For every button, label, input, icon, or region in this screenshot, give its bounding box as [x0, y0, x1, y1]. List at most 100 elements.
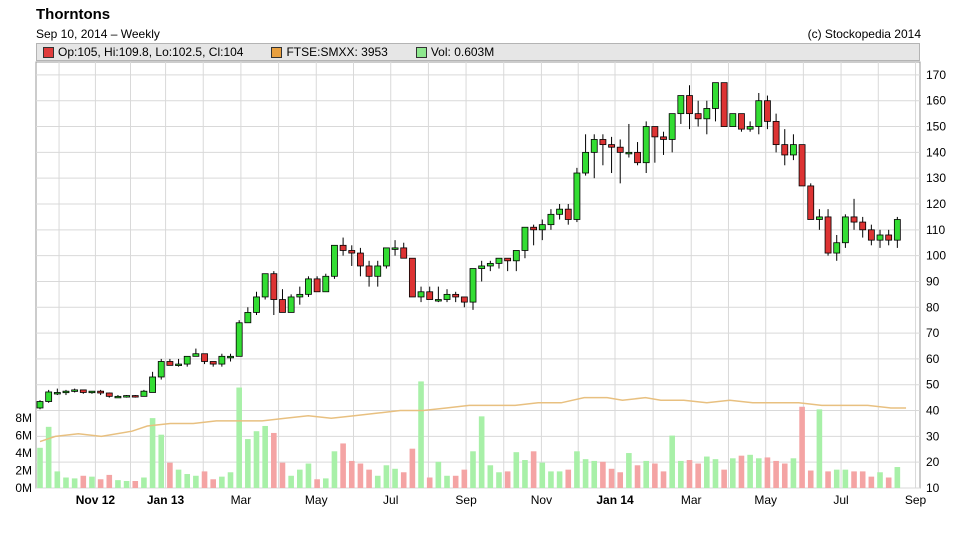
candle-body	[79, 389, 87, 393]
price-tick-label: 50	[926, 378, 940, 392]
candle-body	[296, 293, 304, 298]
volume-bar	[877, 472, 883, 488]
candle-body	[573, 172, 581, 220]
volume-tick-label: 2M	[15, 464, 32, 478]
volume-bar	[245, 439, 251, 488]
candle-body	[764, 100, 771, 122]
candle-body	[590, 139, 598, 153]
candle-body	[166, 361, 174, 366]
candle-body	[564, 208, 572, 220]
volume-bar	[773, 460, 779, 488]
x-tick-label: May	[754, 493, 777, 507]
candle-body	[434, 299, 442, 302]
candle-body	[287, 296, 295, 313]
candle-body	[452, 293, 460, 298]
volume-bar	[781, 463, 788, 488]
volume-bar	[452, 475, 459, 488]
price-tick-label: 160	[926, 94, 946, 108]
candle-body	[365, 265, 373, 277]
candle-body	[331, 244, 338, 277]
candle-body	[850, 216, 858, 223]
candle-body	[807, 185, 815, 220]
price-tick-label: 150	[926, 120, 946, 134]
candle-body	[478, 265, 486, 269]
price-volume-chart: 10 20 30 40 50 60 70 80 90 100 110 120 130 140 150 160 1…	[15, 61, 946, 507]
candle-body	[712, 82, 719, 109]
volume-bar	[175, 469, 182, 488]
x-tick-label: Nov 12	[76, 493, 116, 507]
candle-body	[746, 126, 754, 130]
x-tick-label: Mar	[231, 493, 252, 507]
candle-body	[720, 82, 728, 127]
x-tick-label: May	[305, 493, 328, 507]
volume-bar	[496, 472, 502, 488]
candle-body	[729, 113, 737, 127]
candle-body	[530, 226, 538, 231]
price-tick-label: 100	[926, 249, 946, 263]
candle-body	[408, 257, 416, 298]
volume-bar	[522, 460, 528, 488]
volume-bar	[374, 475, 381, 488]
volume-bar	[730, 458, 736, 488]
volume-bar	[366, 469, 372, 488]
volume-bar	[539, 462, 546, 488]
price-tick-label: 80	[926, 300, 940, 314]
price-tick-label: 120	[926, 197, 946, 211]
volume-bar	[712, 459, 719, 488]
volume-bar	[97, 479, 104, 488]
volume-bar	[426, 477, 433, 488]
volume-bar	[487, 465, 494, 488]
candle-body	[703, 108, 711, 120]
volume-bar	[37, 447, 43, 488]
candle-body	[668, 113, 676, 140]
x-tick-label: Sep	[455, 493, 477, 507]
candle-body	[201, 353, 208, 362]
candle-body	[460, 296, 468, 303]
candle-body	[443, 293, 451, 300]
candle-body	[798, 144, 806, 187]
volume-bar	[227, 472, 234, 488]
price-tick-label: 130	[926, 171, 946, 185]
volume-bar	[444, 475, 450, 488]
candle-body	[279, 299, 286, 313]
volume-bar	[132, 481, 139, 488]
candle-body	[270, 273, 278, 300]
candle-body	[253, 296, 260, 313]
volume-bar	[383, 465, 390, 488]
volume-bar	[54, 471, 61, 488]
candle-body	[88, 390, 96, 394]
volume-bar	[548, 471, 554, 488]
volume-bar	[63, 477, 69, 488]
price-tick-label: 110	[926, 223, 945, 237]
volume-tick-label: 4M	[15, 446, 32, 460]
volume-bar	[279, 462, 286, 488]
candle-body	[660, 136, 667, 140]
candle-body	[123, 395, 130, 398]
candle-body	[235, 322, 243, 357]
candle-body	[348, 250, 356, 254]
candle-body	[322, 275, 330, 293]
candle-body	[45, 391, 53, 402]
volume-bar	[652, 463, 658, 488]
volume-bar	[305, 463, 312, 488]
volume-bar	[721, 469, 727, 488]
volume-bar	[764, 457, 771, 488]
candle-body	[876, 234, 884, 241]
candle-body	[625, 151, 633, 155]
volume-bar	[686, 460, 693, 488]
candle-body	[157, 361, 165, 378]
candle-body	[244, 312, 252, 324]
candle-body	[755, 100, 763, 127]
volume-bar	[193, 475, 199, 488]
volume-bar	[400, 472, 407, 488]
volume-bar	[89, 476, 95, 488]
volume-bar	[582, 459, 589, 488]
candle-body	[642, 126, 650, 164]
candle-body	[131, 395, 139, 398]
candle-body	[382, 247, 390, 267]
candle-body	[469, 268, 477, 303]
candle-body	[400, 247, 408, 259]
volume-bar	[322, 478, 329, 488]
volume-bar	[591, 460, 598, 488]
candle-body	[738, 113, 745, 130]
